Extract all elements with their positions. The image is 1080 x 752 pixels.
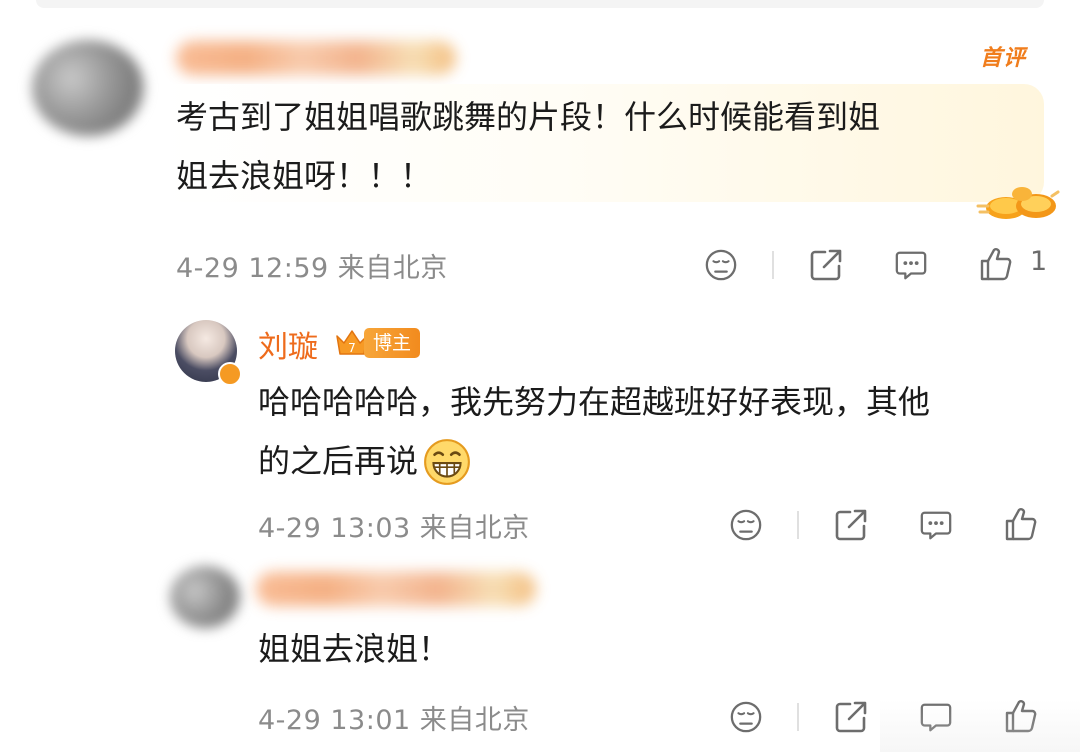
dislike-icon[interactable] [704, 248, 738, 282]
blogger-reply-line2-text: 的之后再说 [258, 442, 419, 480]
comment-icon[interactable] [918, 508, 954, 542]
like-icon[interactable] [1003, 506, 1039, 542]
blogger-reply-meta: 4-29 13:03 来自北京 [258, 513, 530, 544]
like-icon[interactable] [978, 246, 1014, 282]
share-icon[interactable] [808, 247, 844, 283]
action-separator [772, 251, 774, 279]
blogger-badge: 7 博主 [334, 326, 421, 360]
share-icon[interactable] [833, 699, 869, 735]
action-separator [797, 703, 799, 731]
reply-user-avatar[interactable] [170, 566, 240, 628]
comment-meta: 4-29 12:59 来自北京 [176, 253, 448, 284]
top-divider-strip [36, 0, 1044, 8]
commenter-name-blurred[interactable] [176, 41, 456, 75]
commenter-avatar[interactable] [32, 40, 144, 136]
dislike-icon[interactable] [729, 700, 763, 734]
first-comment-badge: 首评 [980, 46, 1027, 71]
grinning-face-emoji-icon [424, 438, 470, 485]
level-number: 7 [348, 341, 356, 355]
user-reply-text: 姐姐去浪姐！ [258, 630, 451, 668]
blogger-tag: 博主 [364, 328, 421, 358]
user-reply-meta: 4-29 13:01 来自北京 [258, 705, 530, 736]
like-count: 1 [1030, 246, 1048, 277]
comment-text-line1: 考古到了姐姐唱歌跳舞的片段！什么时候能看到姐 [176, 98, 881, 136]
verified-badge-icon [218, 362, 242, 386]
reply-user-name-blurred[interactable] [256, 572, 536, 606]
blogger-name[interactable]: 刘璇 [258, 322, 318, 366]
dislike-icon[interactable] [729, 508, 763, 542]
watermark-overlay [880, 700, 1080, 752]
comment-text: 考古到了姐姐唱歌跳舞的片段！什么时候能看到姐 姐去浪姐呀！！！ [176, 88, 1036, 206]
blogger-reply-line1: 哈哈哈哈哈，我先努力在超越班好好表现，其他 [258, 383, 931, 421]
comment-text-line2: 姐去浪姐呀！！！ [176, 157, 433, 195]
blogger-reply-line2: 的之后再说 [258, 432, 1058, 491]
action-separator [797, 511, 799, 539]
share-icon[interactable] [833, 507, 869, 543]
comment-icon[interactable] [893, 248, 929, 282]
blogger-reply-text: 哈哈哈哈哈，我先努力在超越班好好表现，其他 的之后再说 [258, 373, 1058, 491]
coins-decoration-icon [976, 187, 1060, 219]
